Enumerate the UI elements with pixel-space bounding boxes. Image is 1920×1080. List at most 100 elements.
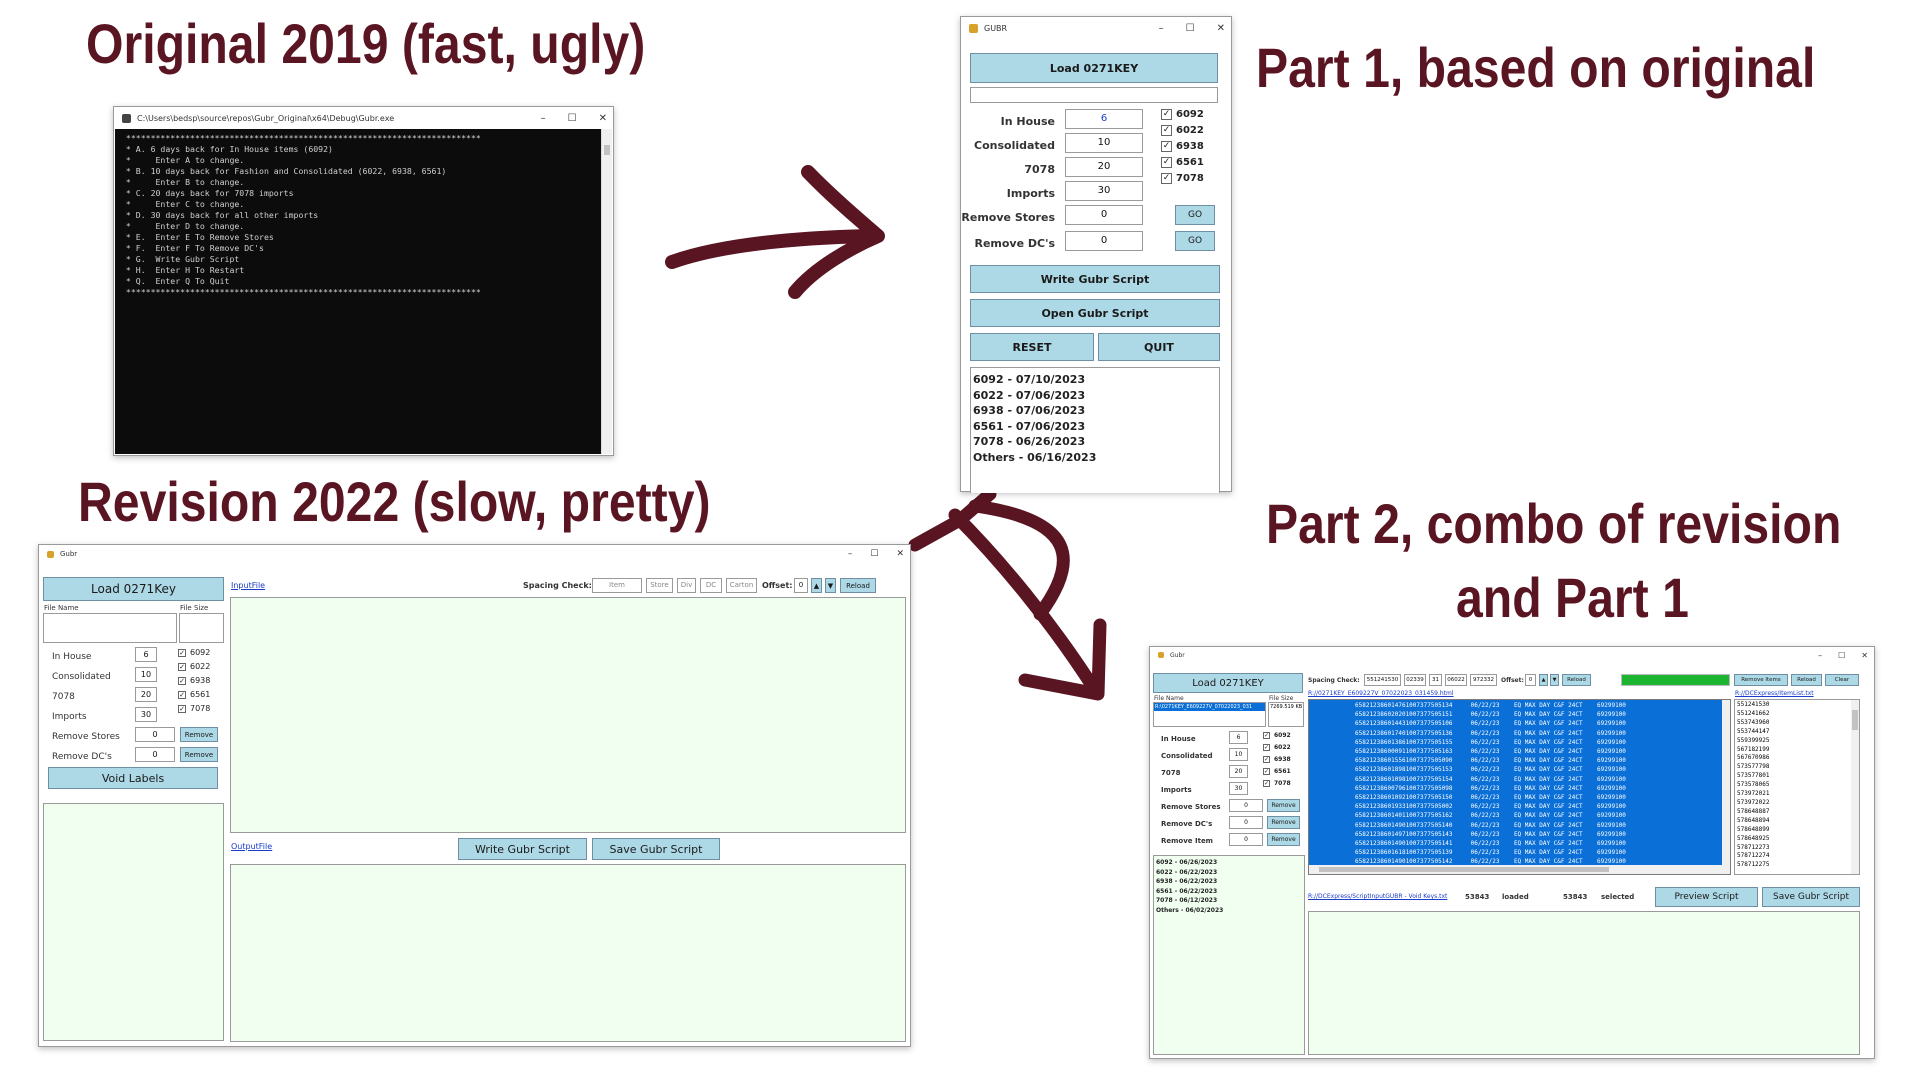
remove-dcs-input[interactable]: 0	[1229, 816, 1263, 829]
console-scrollbar[interactable]	[601, 129, 612, 454]
open-script-button[interactable]: Open Gubr Script	[970, 299, 1220, 327]
data-hscroll[interactable]	[1309, 865, 1730, 874]
part1-titlebar[interactable]: GUBR – ☐ ✕	[961, 17, 1231, 39]
close-icon[interactable]: ✕	[1217, 23, 1225, 34]
offset-up-icon[interactable]: ▲	[1539, 674, 1548, 686]
checkbox-6022[interactable]: ✓ 6022	[1161, 125, 1204, 136]
maximize-icon[interactable]: ☐	[1838, 651, 1845, 660]
load-key-button[interactable]: Load 0271Key	[43, 577, 224, 601]
checkbox-6561[interactable]: ✓ 6561	[178, 690, 210, 699]
item-list-vscroll[interactable]	[1851, 700, 1859, 874]
load-key-button[interactable]: Load 0271KEY	[1153, 673, 1303, 693]
close-icon[interactable]: ✕	[599, 113, 607, 124]
void-labels-button[interactable]: Void Labels	[48, 767, 218, 789]
input-data-panel[interactable]: 658212386014761007377505134 06/22/23 EQ …	[1308, 699, 1731, 875]
output-file-link[interactable]: OutputFile	[231, 842, 272, 851]
clear-button[interactable]: Clear	[1825, 674, 1859, 686]
reload-button[interactable]: Reload	[840, 578, 876, 593]
save-script-button[interactable]: Save Gubr Script	[592, 838, 720, 860]
consolidated-input[interactable]: 10	[135, 667, 157, 682]
remove-dcs-input[interactable]: 0	[1065, 231, 1143, 251]
offset-input[interactable]: 0	[794, 578, 808, 593]
revision-titlebar[interactable]: Gubr – ☐ ✕	[39, 545, 910, 563]
remove-item-input[interactable]: 0	[1229, 833, 1263, 846]
maximize-icon[interactable]: ☐	[568, 113, 577, 124]
checkbox-6938[interactable]: ✓ 6938	[178, 676, 210, 685]
spacing-field-store[interactable]: Store	[646, 578, 673, 593]
checkbox-6938[interactable]: ✓ 6938	[1263, 756, 1291, 763]
reload-button[interactable]: Reload	[1562, 674, 1591, 686]
file-entry[interactable]: R:\0271KEY_E609227V_07022023_031	[1154, 703, 1265, 711]
checkbox-7078[interactable]: ✓ 7078	[1263, 780, 1291, 787]
file-path-field[interactable]	[970, 87, 1218, 103]
output-file-panel[interactable]	[230, 864, 906, 1042]
remove-stores-input[interactable]: 0	[135, 727, 175, 742]
console-titlebar[interactable]: C:\Users\bedsp\source\repos\Gubr_Origina…	[114, 107, 613, 129]
item-list-thumb[interactable]	[1852, 710, 1858, 730]
remove-stores-button[interactable]: Remove	[180, 727, 218, 742]
n7078-input[interactable]: 20	[135, 687, 157, 702]
minimize-icon[interactable]: –	[848, 549, 853, 559]
write-script-button[interactable]: Write Gubr Script	[458, 838, 587, 860]
offset-down-icon[interactable]: ▼	[825, 578, 836, 593]
input-file-link[interactable]: R://0271KEY_E609227V_07022023_031459.htm…	[1308, 690, 1454, 697]
maximize-icon[interactable]: ☐	[870, 549, 878, 559]
consolidated-input[interactable]: 10	[1229, 748, 1248, 761]
spacing-field-carton[interactable]: Carton	[726, 578, 757, 593]
remove-dcs-input[interactable]: 0	[135, 747, 175, 762]
consolidated-input[interactable]: 10	[1065, 133, 1143, 153]
script-file-link[interactable]: R://DCExpress/ScriptInputGUBR - Void Key…	[1308, 893, 1447, 900]
in-house-input[interactable]: 6	[1065, 109, 1143, 129]
close-icon[interactable]: ✕	[896, 549, 904, 559]
checkbox-6561[interactable]: ✓ 6561	[1161, 157, 1204, 168]
file-name-list[interactable]	[43, 613, 177, 643]
checkbox-7078[interactable]: ✓ 7078	[178, 704, 210, 713]
close-icon[interactable]: ✕	[1861, 651, 1868, 660]
spacing-field-carton[interactable]: 972332	[1470, 674, 1497, 686]
imports-input[interactable]: 30	[1229, 782, 1248, 795]
spacing-field-div[interactable]: 31	[1429, 674, 1442, 686]
part2-titlebar[interactable]: Gubr – ☐ ✕	[1150, 647, 1874, 663]
checkbox-6092[interactable]: ✓ 6092	[1161, 109, 1204, 120]
n7078-input[interactable]: 20	[1065, 157, 1143, 177]
spacing-field-dc[interactable]: DC	[700, 578, 722, 593]
remove-dcs-go-button[interactable]: GO	[1175, 231, 1215, 251]
write-script-button[interactable]: Write Gubr Script	[970, 265, 1220, 293]
item-list-panel[interactable]: 551241530 551241662 553743960 553744147 5593…	[1734, 699, 1860, 875]
preview-script-button[interactable]: Preview Script	[1655, 887, 1758, 907]
remove-dcs-button[interactable]: Remove	[180, 747, 218, 762]
offset-up-icon[interactable]: ▲	[811, 578, 822, 593]
hscroll-thumb[interactable]	[1319, 867, 1609, 872]
spacing-field-store[interactable]: 02339	[1404, 674, 1426, 686]
input-file-link[interactable]: InputFile	[231, 581, 265, 590]
in-house-input[interactable]: 6	[135, 647, 157, 662]
remove-dcs-button[interactable]: Remove	[1267, 816, 1300, 829]
scroll-thumb[interactable]	[604, 145, 610, 155]
checkbox-6092[interactable]: ✓ 6092	[1263, 732, 1291, 739]
data-vscroll[interactable]	[1722, 700, 1730, 865]
quit-button[interactable]: QUIT	[1098, 333, 1220, 361]
n7078-input[interactable]: 20	[1229, 765, 1248, 778]
checkbox-6938[interactable]: ✓ 6938	[1161, 141, 1204, 152]
item-list-link[interactable]: R://DCExpress/ItemList.txt	[1735, 690, 1814, 697]
minimize-icon[interactable]: –	[1818, 651, 1822, 660]
remove-stores-input[interactable]: 0	[1065, 205, 1143, 225]
script-output-panel[interactable]	[1308, 911, 1860, 1055]
remove-stores-go-button[interactable]: GO	[1175, 205, 1215, 225]
remove-stores-button[interactable]: Remove	[1267, 799, 1300, 812]
checkbox-7078[interactable]: ✓ 7078	[1161, 173, 1204, 184]
minimize-icon[interactable]: –	[541, 113, 546, 124]
remove-items-button[interactable]: Remove Items	[1734, 674, 1788, 686]
checkbox-6022[interactable]: ✓ 6022	[178, 662, 210, 671]
checkbox-6092[interactable]: ✓ 6092	[178, 648, 210, 657]
offset-input[interactable]: 0	[1525, 674, 1536, 686]
file-name-list[interactable]: R:\0271KEY_E609227V_07022023_031	[1153, 702, 1266, 727]
load-key-button[interactable]: Load 0271KEY	[970, 53, 1218, 83]
checkbox-6022[interactable]: ✓ 6022	[1263, 744, 1291, 751]
spacing-field-dc[interactable]: 06022	[1445, 674, 1467, 686]
reset-button[interactable]: RESET	[970, 333, 1094, 361]
maximize-icon[interactable]: ☐	[1186, 23, 1195, 34]
spacing-field-item[interactable]: 551241530	[1364, 674, 1401, 686]
checkbox-6561[interactable]: ✓ 6561	[1263, 768, 1291, 775]
minimize-icon[interactable]: –	[1159, 23, 1164, 34]
